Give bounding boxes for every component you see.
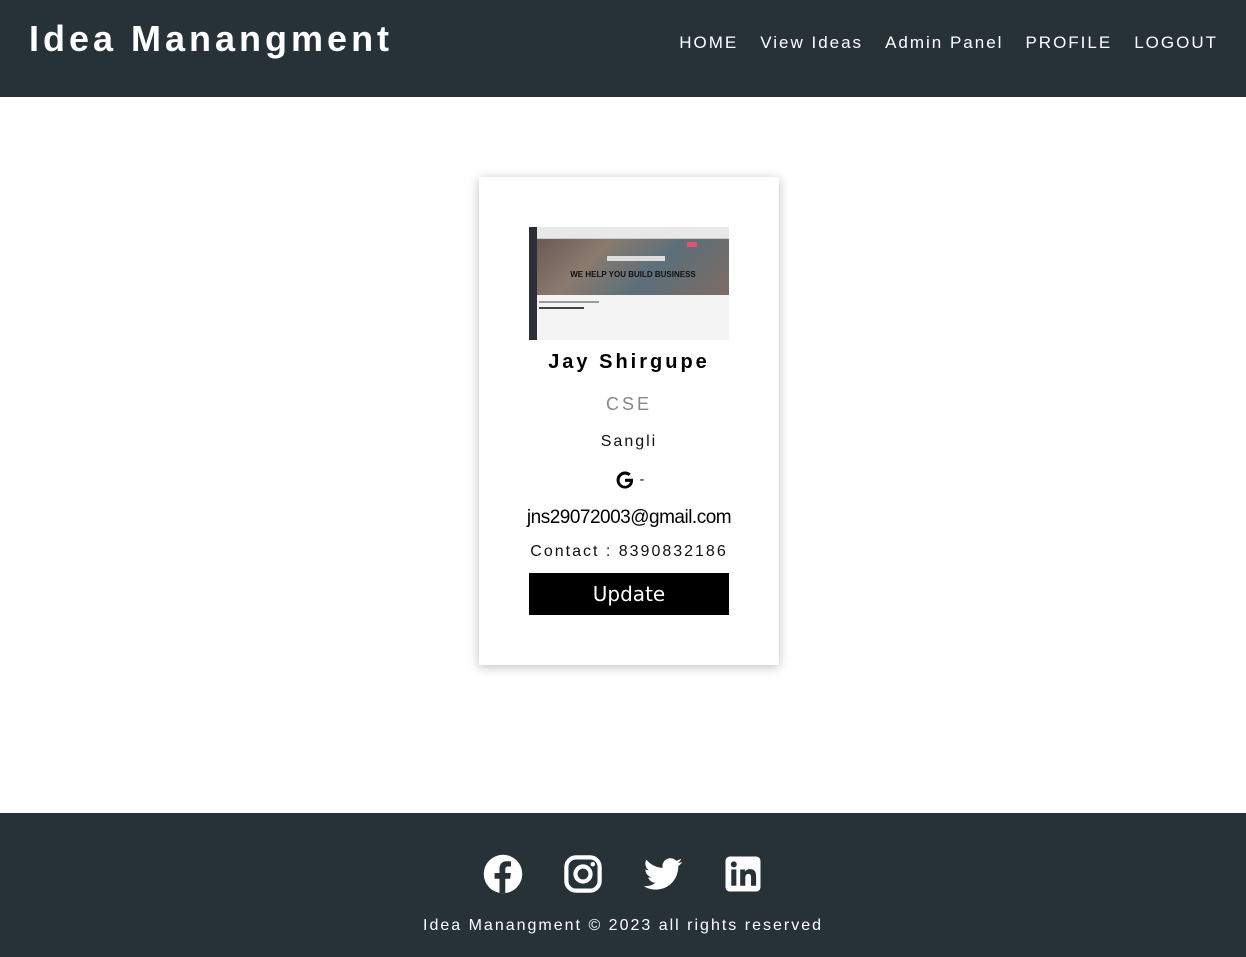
user-contact: Contact : 8390832186	[530, 543, 728, 560]
image-search-bar	[607, 256, 665, 261]
twitter-icon[interactable]	[642, 853, 684, 895]
image-sidebar	[529, 227, 537, 340]
image-hero-text: WE HELP YOU BUILD BUSINESS	[570, 270, 696, 279]
brand-title[interactable]: Idea Manangment	[29, 18, 393, 60]
nav-logout-link[interactable]: LOGOUT	[1134, 33, 1218, 53]
profile-card: WE HELP YOU BUILD BUSINESS Jay Shirgupe …	[479, 177, 779, 665]
image-hero: WE HELP YOU BUILD BUSINESS	[537, 239, 729, 295]
facebook-icon[interactable]	[482, 853, 524, 895]
google-icon	[614, 471, 640, 489]
linkedin-icon[interactable]	[722, 853, 764, 895]
image-browser-bar	[537, 227, 729, 239]
nav-admin-panel-link[interactable]: Admin Panel	[885, 33, 1003, 53]
email-separator: -	[639, 470, 645, 487]
image-accent-button	[687, 242, 697, 247]
nav-view-ideas-link[interactable]: View Ideas	[760, 33, 863, 53]
user-name: Jay Shirgupe	[548, 351, 710, 373]
image-text-line	[539, 307, 584, 309]
footer: Idea Manangment © 2023 all rights reserv…	[0, 813, 1246, 957]
social-links	[0, 853, 1246, 895]
user-email: jns29072003@gmail.com	[526, 507, 732, 528]
user-city: Sangli	[600, 433, 658, 450]
email-label-row: -	[479, 469, 779, 491]
profile-image: WE HELP YOU BUILD BUSINESS	[529, 227, 729, 340]
user-department: CSE	[605, 394, 652, 414]
nav-profile-link[interactable]: PROFILE	[1025, 33, 1112, 53]
update-button[interactable]: Update	[529, 573, 729, 615]
nav-home-link[interactable]: HOME	[679, 33, 738, 53]
image-text-line	[539, 301, 599, 303]
nav-links: HOME View Ideas Admin Panel PROFILE LOGO…	[679, 33, 1218, 53]
instagram-icon[interactable]	[562, 853, 604, 895]
copyright-text: Idea Manangment © 2023 all rights reserv…	[423, 917, 823, 934]
navbar: Idea Manangment HOME View Ideas Admin Pa…	[0, 0, 1246, 97]
